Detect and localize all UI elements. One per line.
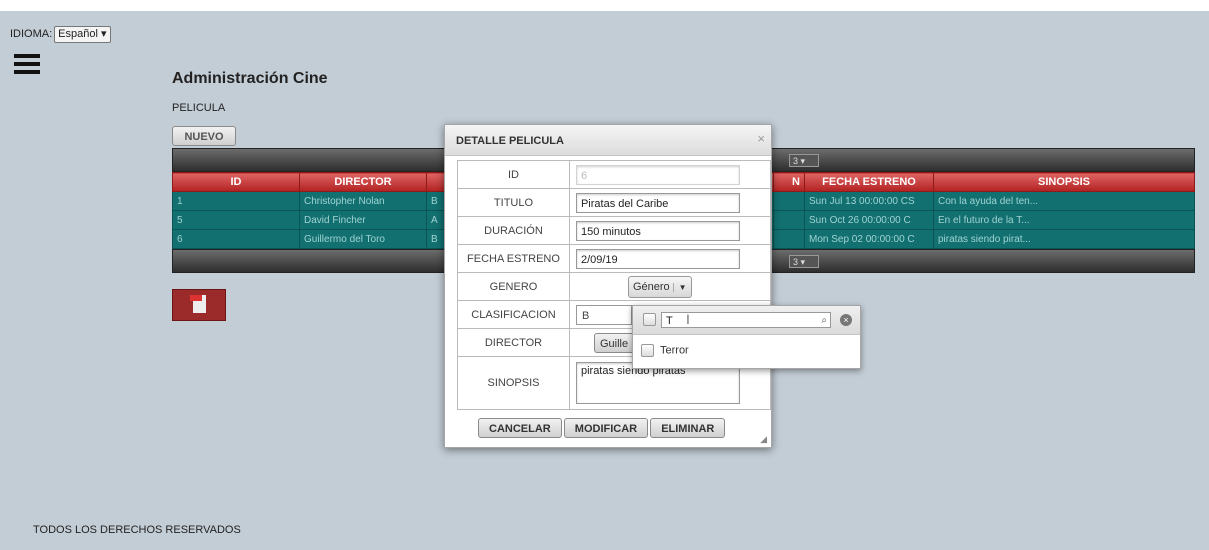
language-label: IDIOMA: <box>10 28 53 40</box>
column-header[interactable]: ID <box>172 172 300 192</box>
genero-multiselect-button[interactable]: Género ▼ <box>627 275 692 298</box>
column-header[interactable]: DIRECTOR <box>299 172 427 192</box>
fecha-estreno-label: FECHA ESTRENO <box>457 244 570 273</box>
dialog-title: DETALLE PELICULA <box>456 135 564 147</box>
language-dropdown[interactable]: Español ▾ <box>54 26 111 43</box>
titulo-label: TITULO <box>457 188 570 217</box>
titulo-field[interactable]: Piratas del Caribe <box>575 192 740 213</box>
rows-per-page-select[interactable]: 3 ▾ <box>789 154 819 167</box>
genero-label: GENERO <box>457 272 570 301</box>
resize-handle-icon[interactable]: ◢ <box>760 434 767 445</box>
column-header[interactable]: SINOPSIS <box>933 172 1195 192</box>
column-header[interactable] <box>426 172 446 192</box>
clasificacion-label: CLASIFICACION <box>457 300 570 329</box>
footer-text: TODOS LOS DERECHOS RESERVADOS <box>33 524 241 536</box>
chevron-down-icon: ▼ <box>672 282 687 292</box>
movie-detail-dialog: DETALLE PELICULA × ID 6 TITULO Piratas d… <box>444 124 772 448</box>
duracion-field[interactable]: 150 minutos <box>575 220 740 241</box>
sinopsis-label: SINOPSIS <box>457 356 570 410</box>
pdf-export-icon[interactable] <box>172 289 226 321</box>
section-subtitle: PELICULA <box>172 102 226 114</box>
director-label: DIRECTOR <box>457 328 570 357</box>
close-icon[interactable]: × <box>840 314 852 326</box>
page-title: Administración Cine <box>172 70 328 87</box>
language-selector: IDIOMA: Español ▾ <box>10 26 111 43</box>
cancel-button[interactable]: CANCELAR <box>478 418 562 438</box>
rows-per-page-select[interactable]: 3 ▾ <box>789 255 819 268</box>
text-cursor-icon: I <box>686 311 690 327</box>
top-bar <box>0 0 1209 11</box>
genre-filter-popup: T ⌕ × Terror <box>632 305 861 369</box>
list-item[interactable]: Terror <box>641 344 689 357</box>
new-button[interactable]: NUEVO <box>172 126 236 146</box>
search-icon: ⌕ <box>821 315 827 326</box>
delete-button[interactable]: ELIMINAR <box>650 418 726 438</box>
dialog-actions: CANCELAR MODIFICAR ELIMINAR <box>478 418 726 438</box>
duracion-label: DURACIÓN <box>457 216 570 245</box>
hamburger-menu-icon[interactable] <box>14 54 40 74</box>
dialog-header[interactable]: DETALLE PELICULA × <box>445 125 771 156</box>
movie-form: ID 6 TITULO Piratas del Caribe DURACIÓN … <box>457 160 772 410</box>
select-all-checkbox[interactable] <box>643 313 656 326</box>
option-checkbox[interactable] <box>641 344 654 357</box>
column-header[interactable]: N <box>773 172 805 192</box>
popup-header: T ⌕ × <box>633 306 860 335</box>
id-label: ID <box>457 160 570 189</box>
clasificacion-select[interactable]: B <box>575 304 632 325</box>
fecha-estreno-field[interactable]: 2/09/19 <box>575 248 740 269</box>
id-field: 6 <box>575 164 740 185</box>
column-header[interactable]: FECHA ESTRENO <box>804 172 934 192</box>
close-icon[interactable]: × <box>757 131 765 146</box>
modify-button[interactable]: MODIFICAR <box>563 418 649 438</box>
